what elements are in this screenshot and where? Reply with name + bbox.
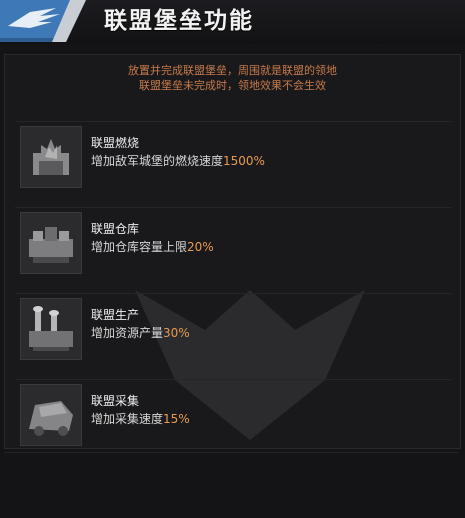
description-line-1: 放置并完成联盟堡垒，周围就是联盟的领地 xyxy=(128,64,337,77)
feature-description: 增加仓库容量上限20% xyxy=(91,240,214,254)
feature-name: 联盟生产 xyxy=(91,308,140,322)
feature-value: 1500% xyxy=(223,154,265,168)
title-bar: 联盟堡垒功能 xyxy=(0,0,465,44)
burning-fortress-icon xyxy=(20,126,82,188)
feature-name: 联盟燃烧 xyxy=(91,136,140,150)
gathering-icon xyxy=(20,384,82,446)
alliance-eagle-badge-icon xyxy=(0,0,86,42)
feature-list: 联盟燃烧 增加敌军城堡的燃烧速度1500% 联盟仓库 增加仓库容量上限20% 联… xyxy=(15,121,451,448)
feature-value: 15% xyxy=(163,412,190,426)
page-title: 联盟堡垒功能 xyxy=(104,8,254,34)
feature-description: 增加敌军城堡的燃烧速度1500% xyxy=(91,154,265,168)
feature-name: 联盟采集 xyxy=(91,394,140,408)
feature-description: 增加资源产量30% xyxy=(91,326,190,340)
feature-row-production: 联盟生产 增加资源产量30% xyxy=(15,293,451,366)
feature-name: 联盟仓库 xyxy=(91,222,140,236)
feature-row-burning: 联盟燃烧 增加敌军城堡的燃烧速度1500% xyxy=(15,121,451,194)
feature-row-gathering: 联盟采集 增加采集速度15% xyxy=(15,379,451,448)
feature-value: 30% xyxy=(163,326,190,340)
production-icon xyxy=(20,298,82,360)
feature-description: 增加采集速度15% xyxy=(91,412,190,426)
features-panel: 放置并完成联盟堡垒，周围就是联盟的领地 联盟堡垒未完成时，领地效果不会生效 联盟… xyxy=(4,54,461,449)
divider xyxy=(4,452,459,453)
warehouse-icon xyxy=(20,212,82,274)
fortress-description: 放置并完成联盟堡垒，周围就是联盟的领地 联盟堡垒未完成时，领地效果不会生效 xyxy=(5,63,460,93)
feature-row-warehouse: 联盟仓库 增加仓库容量上限20% xyxy=(15,207,451,280)
feature-value: 20% xyxy=(187,240,214,254)
description-line-2: 联盟堡垒未完成时，领地效果不会生效 xyxy=(139,79,326,92)
